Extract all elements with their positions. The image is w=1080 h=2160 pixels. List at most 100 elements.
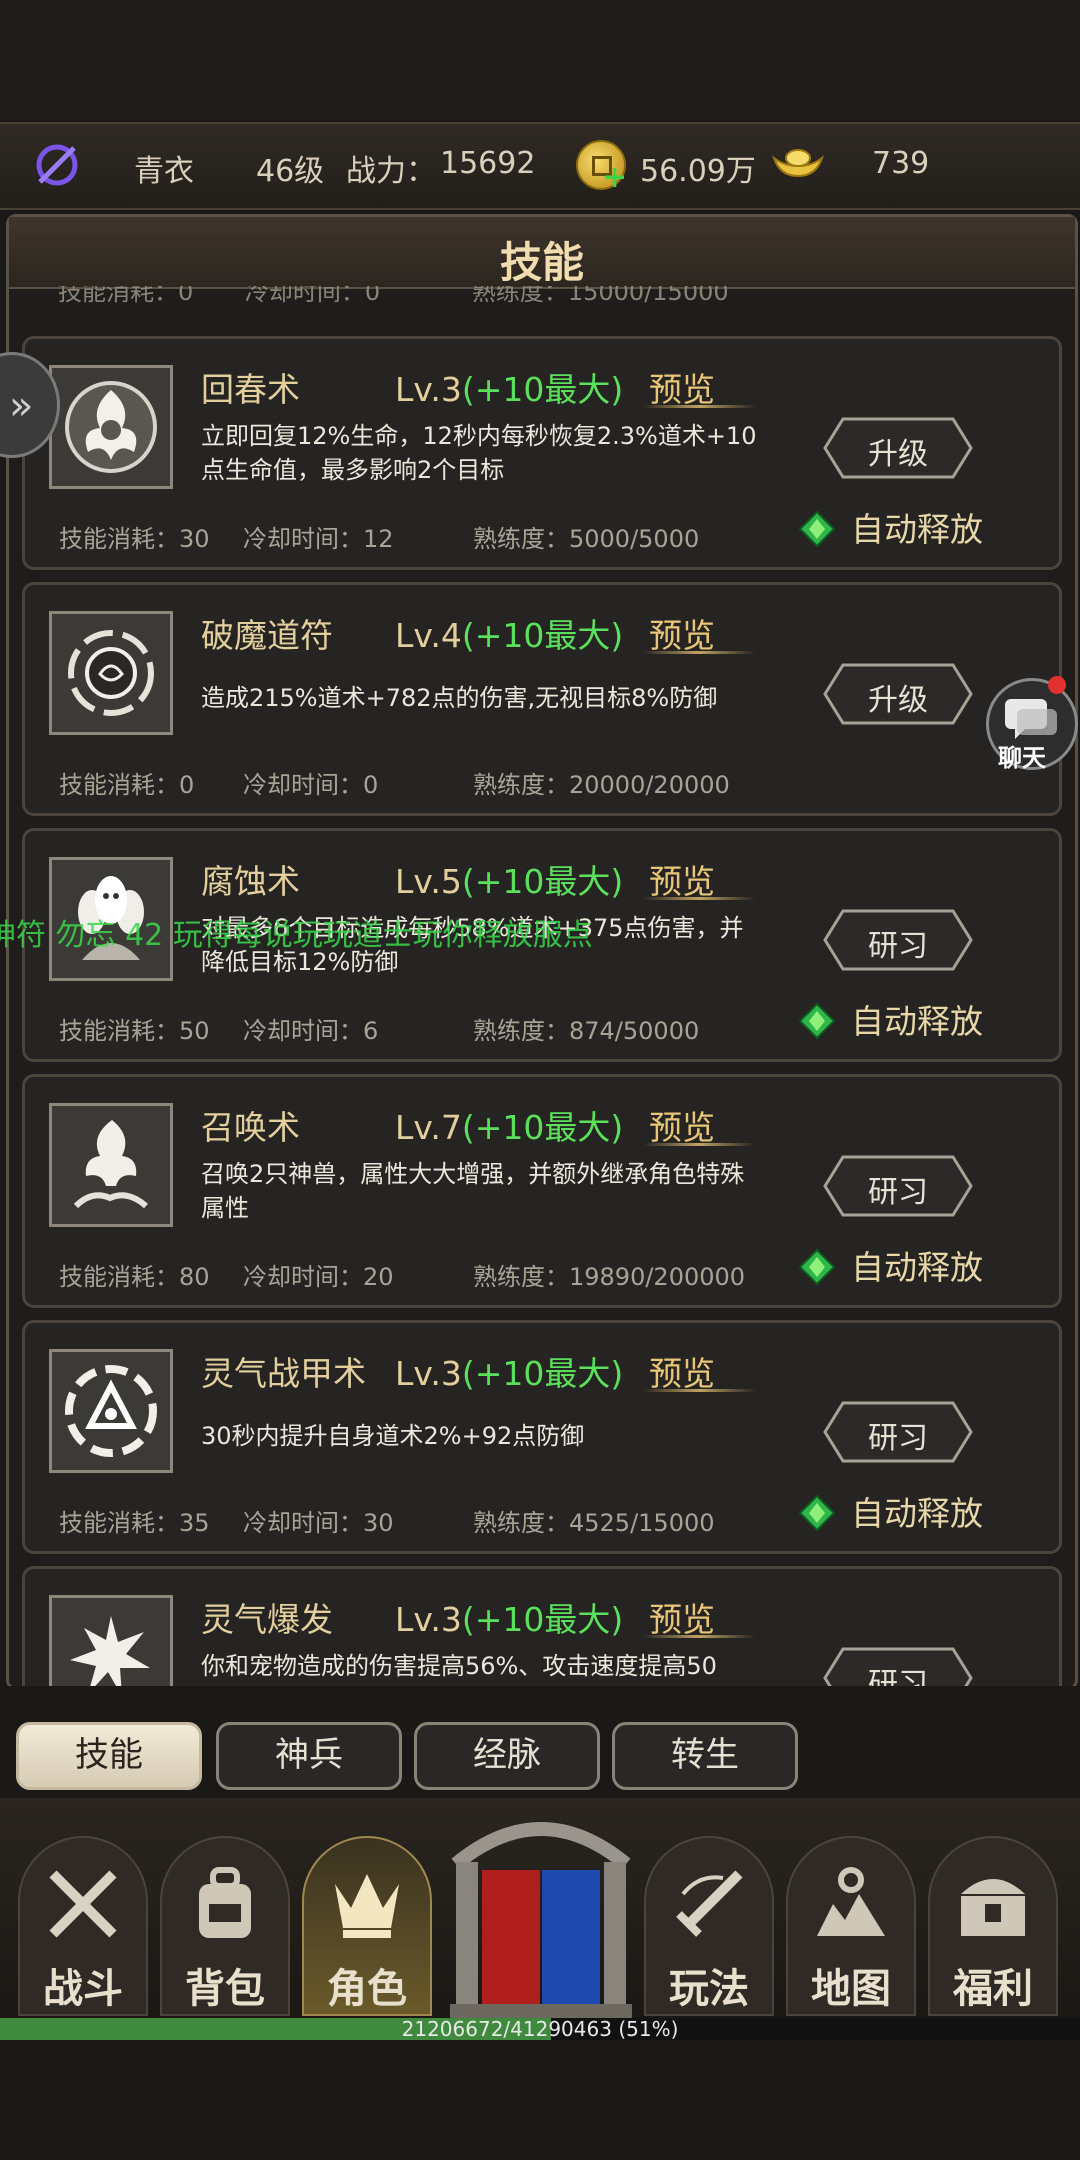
skill-description: 造成215%道术+782点的伤害,无视目标8%防御: [201, 684, 718, 712]
skill-level: Lv.5(+10最大): [395, 855, 623, 903]
guild-crest-icon[interactable]: [32, 140, 82, 190]
auto-cast-label: 自动释放: [851, 1002, 983, 1041]
skill-level-bonus: (+10最大): [461, 1108, 624, 1147]
skill-cooldown: 冷却时间：6: [243, 1017, 379, 1045]
skill-preview-link[interactable]: 预览: [649, 1347, 715, 1395]
preview-underline: [643, 651, 755, 654]
skill-level-bonus: (+10最大): [461, 616, 624, 655]
skill-level-value: Lv.3: [395, 1600, 462, 1639]
skill-cooldown: 冷却时间：12: [243, 525, 394, 553]
tab-meridians[interactable]: 经脉: [414, 1722, 600, 1790]
add-gold-icon[interactable]: +: [602, 163, 627, 193]
skill-level: Lv.7(+10最大): [395, 1101, 623, 1149]
tab-divine-weapon[interactable]: 神兵: [216, 1722, 402, 1790]
panel-title-bar: 技能: [9, 217, 1075, 289]
skill-name: 召唤术: [201, 1108, 300, 1147]
study-button[interactable]: 研习: [823, 1155, 973, 1217]
skill-card[interactable]: 回春术 Lv.3(+10最大) 预览 立即回复12%生命，12秒内每秒恢复2.3…: [22, 336, 1062, 570]
partial-proficiency: 熟练度：15000/15000: [471, 286, 729, 306]
skill-description: 30秒内提升自身道术2%+92点防御: [201, 1422, 585, 1450]
green-gem-icon: [799, 1249, 835, 1285]
skill-preview-link[interactable]: 预览: [649, 363, 715, 411]
skill-level-value: Lv.4: [395, 616, 462, 655]
skill-card[interactable]: 灵气爆发 Lv.3(+10最大) 预览 你和宠物造成的伤害提高56%、攻击速度提…: [22, 1566, 1062, 1686]
skill-cost: 技能消耗：0: [59, 771, 195, 799]
auto-cast-label: 自动释放: [851, 1248, 983, 1287]
nav-bag[interactable]: 背包: [160, 1836, 290, 2016]
skill-preview-link[interactable]: 预览: [649, 855, 715, 903]
study-button-label: 研习: [868, 1667, 928, 1686]
gold-ingot-icon: [772, 149, 824, 178]
treasure-chest-icon: [961, 1879, 1025, 1936]
bottom-blank-area: [0, 2040, 1080, 2160]
skill-cost: 技能消耗：50: [59, 1017, 210, 1045]
nav-character[interactable]: 角色: [302, 1836, 432, 2016]
study-button[interactable]: 研习: [823, 909, 973, 971]
skill-level: Lv.3(+10最大): [395, 1347, 623, 1395]
tab-rebirth[interactable]: 转生: [612, 1722, 798, 1790]
nav-label: 玩法: [669, 1966, 749, 2012]
skill-name: 腐蚀术: [201, 862, 300, 901]
skill-card[interactable]: 破魔道符 Lv.4(+10最大) 预览 造成215%道术+782点的伤害,无视目…: [22, 582, 1062, 816]
power-label: 战力：: [346, 154, 436, 189]
burst-icon: [49, 1595, 173, 1686]
skill-level-value: Lv.3: [395, 370, 462, 409]
skill-cooldown: 冷却时间：0: [243, 771, 379, 799]
nav-benefits[interactable]: 福利: [928, 1836, 1058, 2016]
tab-skills[interactable]: 技能: [16, 1722, 202, 1790]
skill-proficiency: 熟练度：19890/200000: [473, 1263, 746, 1291]
skill-description: 立即回复12%生命，12秒内每秒恢复2.3%道术+10点生命值，最多影响2个目标: [201, 422, 757, 484]
gold-amount: 56.09万: [640, 154, 756, 189]
player-level: 46级: [256, 154, 325, 189]
player-name: 青衣: [134, 154, 194, 189]
nav-label: 地图: [811, 1966, 891, 2012]
skill-proficiency: 熟练度：5000/5000: [473, 525, 700, 553]
skill-preview-link[interactable]: 预览: [649, 1593, 715, 1641]
double-chevron-right-icon: »: [9, 383, 34, 429]
green-gem-icon: [799, 511, 835, 547]
upgrade-button-label: 升级: [868, 437, 928, 472]
ingot-amount: 739: [872, 146, 930, 181]
partial-cooldown: 冷却时间：0: [244, 286, 381, 306]
backpack-icon: [199, 1867, 251, 1938]
skill-card[interactable]: 灵气战甲术 Lv.3(+10最大) 预览 30秒内提升自身道术2%+92点防御 …: [22, 1320, 1062, 1554]
preview-underline: [643, 1389, 755, 1392]
partial-cost: 技能消耗：0: [58, 286, 194, 306]
experience-bar: 21206672/41290463 (51%): [0, 2018, 1080, 2040]
preview-underline: [643, 1143, 755, 1146]
skill-cost: 技能消耗：35: [59, 1509, 210, 1537]
portal-gate-icon[interactable]: [446, 1804, 636, 2018]
nav-label: 福利: [953, 1966, 1033, 2012]
study-button-label: 研习: [868, 929, 928, 964]
study-button[interactable]: 研习: [823, 1401, 973, 1463]
study-button-label: 研习: [868, 1421, 928, 1456]
skill-preview-link[interactable]: 预览: [649, 609, 715, 657]
crossed-swords-icon: [49, 1870, 117, 1938]
study-button-label: 研习: [868, 1175, 928, 1210]
skill-level-value: Lv.7: [395, 1108, 462, 1147]
panel-title: 技能: [499, 238, 584, 287]
upgrade-button[interactable]: 升级: [823, 663, 973, 725]
partial-skill-stats: 技能消耗：0 冷却时间：0 熟练度：15000/15000: [58, 286, 773, 307]
study-button[interactable]: 研习: [823, 1647, 973, 1686]
skill-level-bonus: (+10最大): [461, 370, 624, 409]
skill-cooldown: 冷却时间：20: [243, 1263, 394, 1291]
nav-battle[interactable]: 战斗: [18, 1836, 148, 2016]
nav-map[interactable]: 地图: [786, 1836, 916, 2016]
skill-proficiency: 熟练度：874/50000: [473, 1017, 700, 1045]
skill-card[interactable]: 召唤术 Lv.7(+10最大) 预览 召唤2只神兽，属性大大增强，并额外继承角色…: [22, 1074, 1062, 1308]
skill-level-bonus: (+10最大): [461, 862, 624, 901]
skill-preview-link[interactable]: 预览: [649, 1101, 715, 1149]
auto-cast-label: 自动释放: [851, 510, 983, 549]
skill-cost: 技能消耗：80: [59, 1263, 210, 1291]
summon-icon: [49, 1103, 173, 1227]
player-status-bar: 青衣 46级 战力： 15692 56.09万 739: [0, 122, 1080, 210]
skill-level-value: Lv.3: [395, 1354, 462, 1393]
nav-gameplay[interactable]: 玩法: [644, 1836, 774, 2016]
upgrade-button[interactable]: 升级: [823, 417, 973, 479]
power-value: 15692: [440, 146, 536, 181]
preview-underline: [643, 1635, 755, 1638]
skill-proficiency: 熟练度：20000/20000: [473, 771, 730, 799]
skill-list[interactable]: 技能消耗：0 冷却时间：0 熟练度：15000/15000 回春术 Lv.3(+…: [0, 286, 1080, 1686]
skill-description: 你和宠物造成的伤害提高56%、攻击速度提高50: [201, 1652, 717, 1680]
